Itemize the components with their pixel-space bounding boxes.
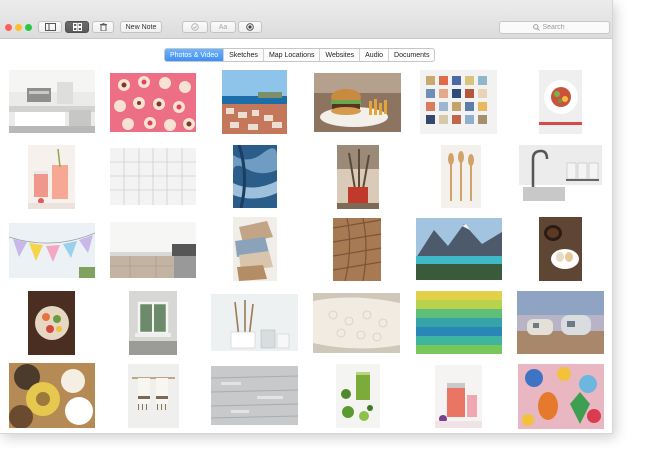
campers-photo[interactable] — [517, 291, 604, 354]
pink-drinks-photo[interactable] — [28, 145, 75, 209]
jars-photo[interactable] — [435, 365, 482, 428]
tab-documents[interactable]: Documents — [389, 49, 434, 61]
checklist-button[interactable] — [182, 21, 208, 33]
window-photo[interactable] — [129, 291, 177, 355]
wood-planks-photo[interactable] — [333, 218, 381, 281]
green-smoothie-photo[interactable] — [336, 364, 380, 428]
mountain-lake-photo[interactable] — [416, 218, 502, 280]
counter-stove-photo[interactable] — [110, 222, 196, 278]
sidebar-toggle-button[interactable] — [38, 21, 62, 33]
cupcakes-photo[interactable] — [110, 73, 196, 132]
search-input[interactable] — [542, 24, 577, 31]
trash-icon — [99, 23, 107, 31]
tab-sketches[interactable]: Sketches — [224, 49, 264, 61]
zoom-window-button[interactable] — [25, 24, 32, 31]
search-icon — [532, 24, 540, 31]
share-icon — [246, 23, 254, 31]
close-window-button[interactable] — [5, 24, 12, 31]
faucet-sink-photo[interactable] — [519, 145, 602, 208]
kitchen-tools-photo[interactable] — [211, 294, 298, 351]
color-swatches-photo[interactable] — [420, 70, 497, 134]
wooden-spoons-photo[interactable] — [441, 145, 481, 208]
tab-websites[interactable]: Websites — [320, 49, 361, 61]
notes-window: New Note Aa Photos & Video Sketches Map … — [0, 0, 613, 434]
blue-fabric-photo[interactable] — [233, 145, 277, 208]
harbor-photo[interactable] — [222, 70, 287, 134]
kitchen-photo[interactable] — [9, 70, 95, 133]
yarn-spools-photo[interactable] — [9, 363, 95, 428]
fabric-samples-photo[interactable] — [233, 217, 277, 281]
tab-map-locations[interactable]: Map Locations — [264, 49, 321, 61]
toolbar: New Note Aa — [0, 0, 612, 39]
tab-audio[interactable]: Audio — [360, 49, 390, 61]
colored-yarn-photo[interactable] — [416, 291, 502, 354]
hanging-towels-photo[interactable] — [128, 364, 179, 428]
delete-button[interactable] — [92, 21, 114, 33]
food-platter-photo[interactable] — [28, 291, 75, 355]
fruit-fabric-photo[interactable] — [518, 364, 604, 429]
burger-photo[interactable] — [314, 73, 401, 132]
format-button[interactable]: Aa — [210, 21, 236, 33]
paper-bunting-photo[interactable] — [9, 223, 95, 278]
checklist-icon — [191, 23, 199, 31]
sidebar-icon — [44, 23, 56, 31]
attachment-category-tabs: Photos & Video Sketches Map Locations We… — [164, 48, 436, 62]
coffee-eggs-photo[interactable] — [539, 217, 582, 281]
search-field[interactable] — [499, 21, 610, 34]
grid-icon — [72, 23, 82, 31]
tab-photos-video[interactable]: Photos & Video — [165, 49, 225, 61]
new-note-button[interactable]: New Note — [120, 21, 162, 33]
lace-fabric-photo[interactable] — [313, 293, 400, 353]
white-tiles-photo[interactable] — [110, 148, 196, 205]
attachments-browser-button[interactable] — [65, 21, 89, 33]
minimize-window-button[interactable] — [15, 24, 22, 31]
rustic-wood-photo[interactable] — [211, 366, 298, 425]
utensils-jar-photo[interactable] — [337, 145, 379, 209]
salad-bowl-photo[interactable] — [539, 70, 582, 134]
share-button[interactable] — [238, 21, 262, 33]
